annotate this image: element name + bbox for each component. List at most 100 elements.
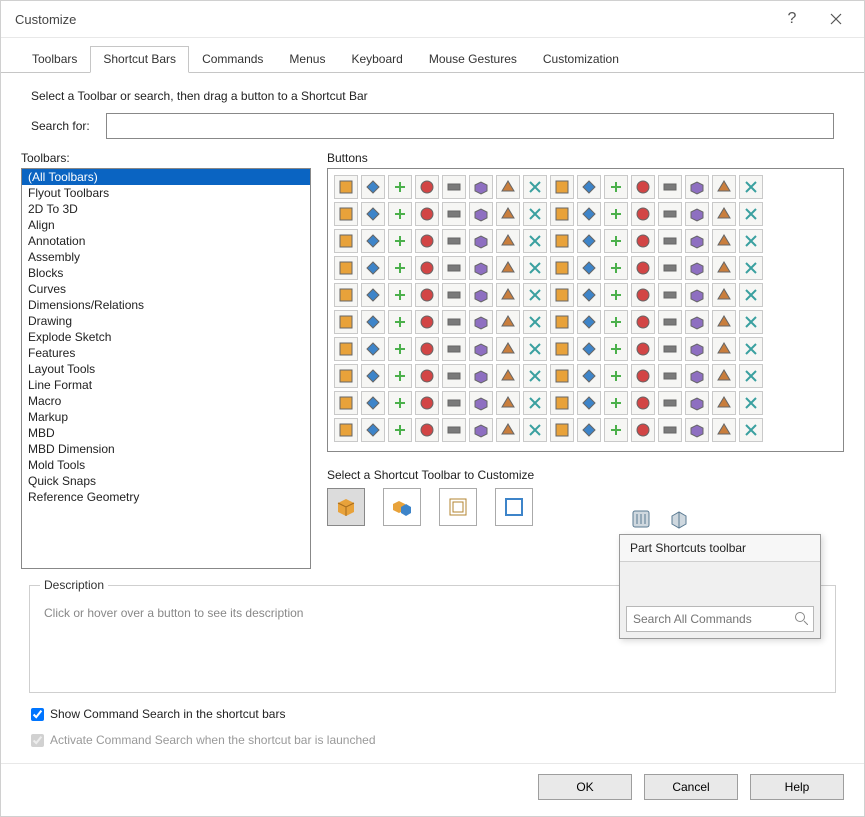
command-button[interactable] [685,310,709,334]
command-button[interactable] [469,256,493,280]
command-button[interactable] [658,175,682,199]
command-button[interactable] [712,175,736,199]
command-button[interactable] [442,283,466,307]
command-button[interactable] [685,418,709,442]
command-button[interactable] [658,364,682,388]
command-button[interactable] [469,175,493,199]
toolbar-item[interactable]: Dimensions/Relations [22,297,310,313]
toolbar-item[interactable]: Blocks [22,265,310,281]
command-button[interactable] [712,337,736,361]
command-button[interactable] [577,256,601,280]
command-button[interactable] [415,364,439,388]
command-button[interactable] [334,256,358,280]
toolbar-item[interactable]: Annotation [22,233,310,249]
command-button[interactable] [334,175,358,199]
command-button[interactable] [334,418,358,442]
command-button[interactable] [658,202,682,226]
command-button[interactable] [577,283,601,307]
command-button[interactable] [496,391,520,415]
check-show-search-input[interactable] [31,708,44,721]
command-button[interactable] [685,175,709,199]
command-button[interactable] [604,391,628,415]
tab-keyboard[interactable]: Keyboard [338,46,415,73]
command-button[interactable] [631,229,655,253]
command-button[interactable] [577,202,601,226]
shortcut-pick-drawing[interactable] [439,488,477,526]
command-button[interactable] [442,256,466,280]
command-button[interactable] [388,175,412,199]
command-button[interactable] [712,364,736,388]
command-button[interactable] [469,364,493,388]
command-button[interactable] [361,310,385,334]
command-button[interactable] [442,175,466,199]
command-button[interactable] [334,202,358,226]
command-button[interactable] [469,418,493,442]
command-button[interactable] [604,229,628,253]
command-button[interactable] [334,229,358,253]
command-button[interactable] [685,337,709,361]
command-button[interactable] [550,310,574,334]
command-button[interactable] [658,229,682,253]
shortcut-section-icon[interactable] [668,572,690,594]
toolbar-item[interactable]: MBD [22,425,310,441]
command-button[interactable] [523,418,547,442]
command-button[interactable] [496,364,520,388]
command-button[interactable] [442,202,466,226]
command-button[interactable] [334,283,358,307]
toolbar-item[interactable]: Reference Geometry [22,489,310,505]
command-button[interactable] [361,337,385,361]
command-button[interactable] [415,202,439,226]
command-button[interactable] [334,364,358,388]
command-button[interactable] [604,256,628,280]
command-button[interactable] [415,175,439,199]
command-button[interactable] [415,418,439,442]
command-button[interactable] [739,229,763,253]
command-button[interactable] [523,229,547,253]
command-button[interactable] [631,310,655,334]
command-button[interactable] [442,310,466,334]
toolbar-item[interactable]: Flyout Toolbars [22,185,310,201]
command-button[interactable] [739,202,763,226]
command-button[interactable] [739,256,763,280]
tab-menus[interactable]: Menus [276,46,338,73]
command-button[interactable] [469,337,493,361]
command-button[interactable] [469,391,493,415]
command-button[interactable] [550,229,574,253]
command-button[interactable] [415,256,439,280]
tab-toolbars[interactable]: Toolbars [19,46,90,73]
command-button[interactable] [658,418,682,442]
command-button[interactable] [739,364,763,388]
command-button[interactable] [631,337,655,361]
shortcut-pick-part[interactable] [327,488,365,526]
command-button[interactable] [550,283,574,307]
command-button[interactable] [712,202,736,226]
command-button[interactable] [496,418,520,442]
command-button[interactable] [712,418,736,442]
command-button[interactable] [361,256,385,280]
command-button[interactable] [496,229,520,253]
command-button[interactable] [631,175,655,199]
command-button[interactable] [334,310,358,334]
command-button[interactable] [496,202,520,226]
command-button[interactable] [496,283,520,307]
shortcut-pick-sketch[interactable] [495,488,533,526]
command-button[interactable] [577,418,601,442]
command-button[interactable] [361,391,385,415]
command-button[interactable] [550,364,574,388]
command-button[interactable] [415,283,439,307]
command-button[interactable] [361,202,385,226]
command-button[interactable] [469,229,493,253]
command-button[interactable] [442,229,466,253]
toolbar-item[interactable]: Drawing [22,313,310,329]
command-button[interactable] [631,364,655,388]
command-button[interactable] [685,256,709,280]
command-button[interactable] [523,256,547,280]
command-button[interactable] [550,175,574,199]
command-button[interactable] [523,310,547,334]
command-button[interactable] [388,310,412,334]
command-button[interactable] [388,256,412,280]
command-button[interactable] [388,283,412,307]
command-button[interactable] [550,256,574,280]
help-button[interactable]: Help [750,774,844,800]
toolbar-item[interactable]: Features [22,345,310,361]
